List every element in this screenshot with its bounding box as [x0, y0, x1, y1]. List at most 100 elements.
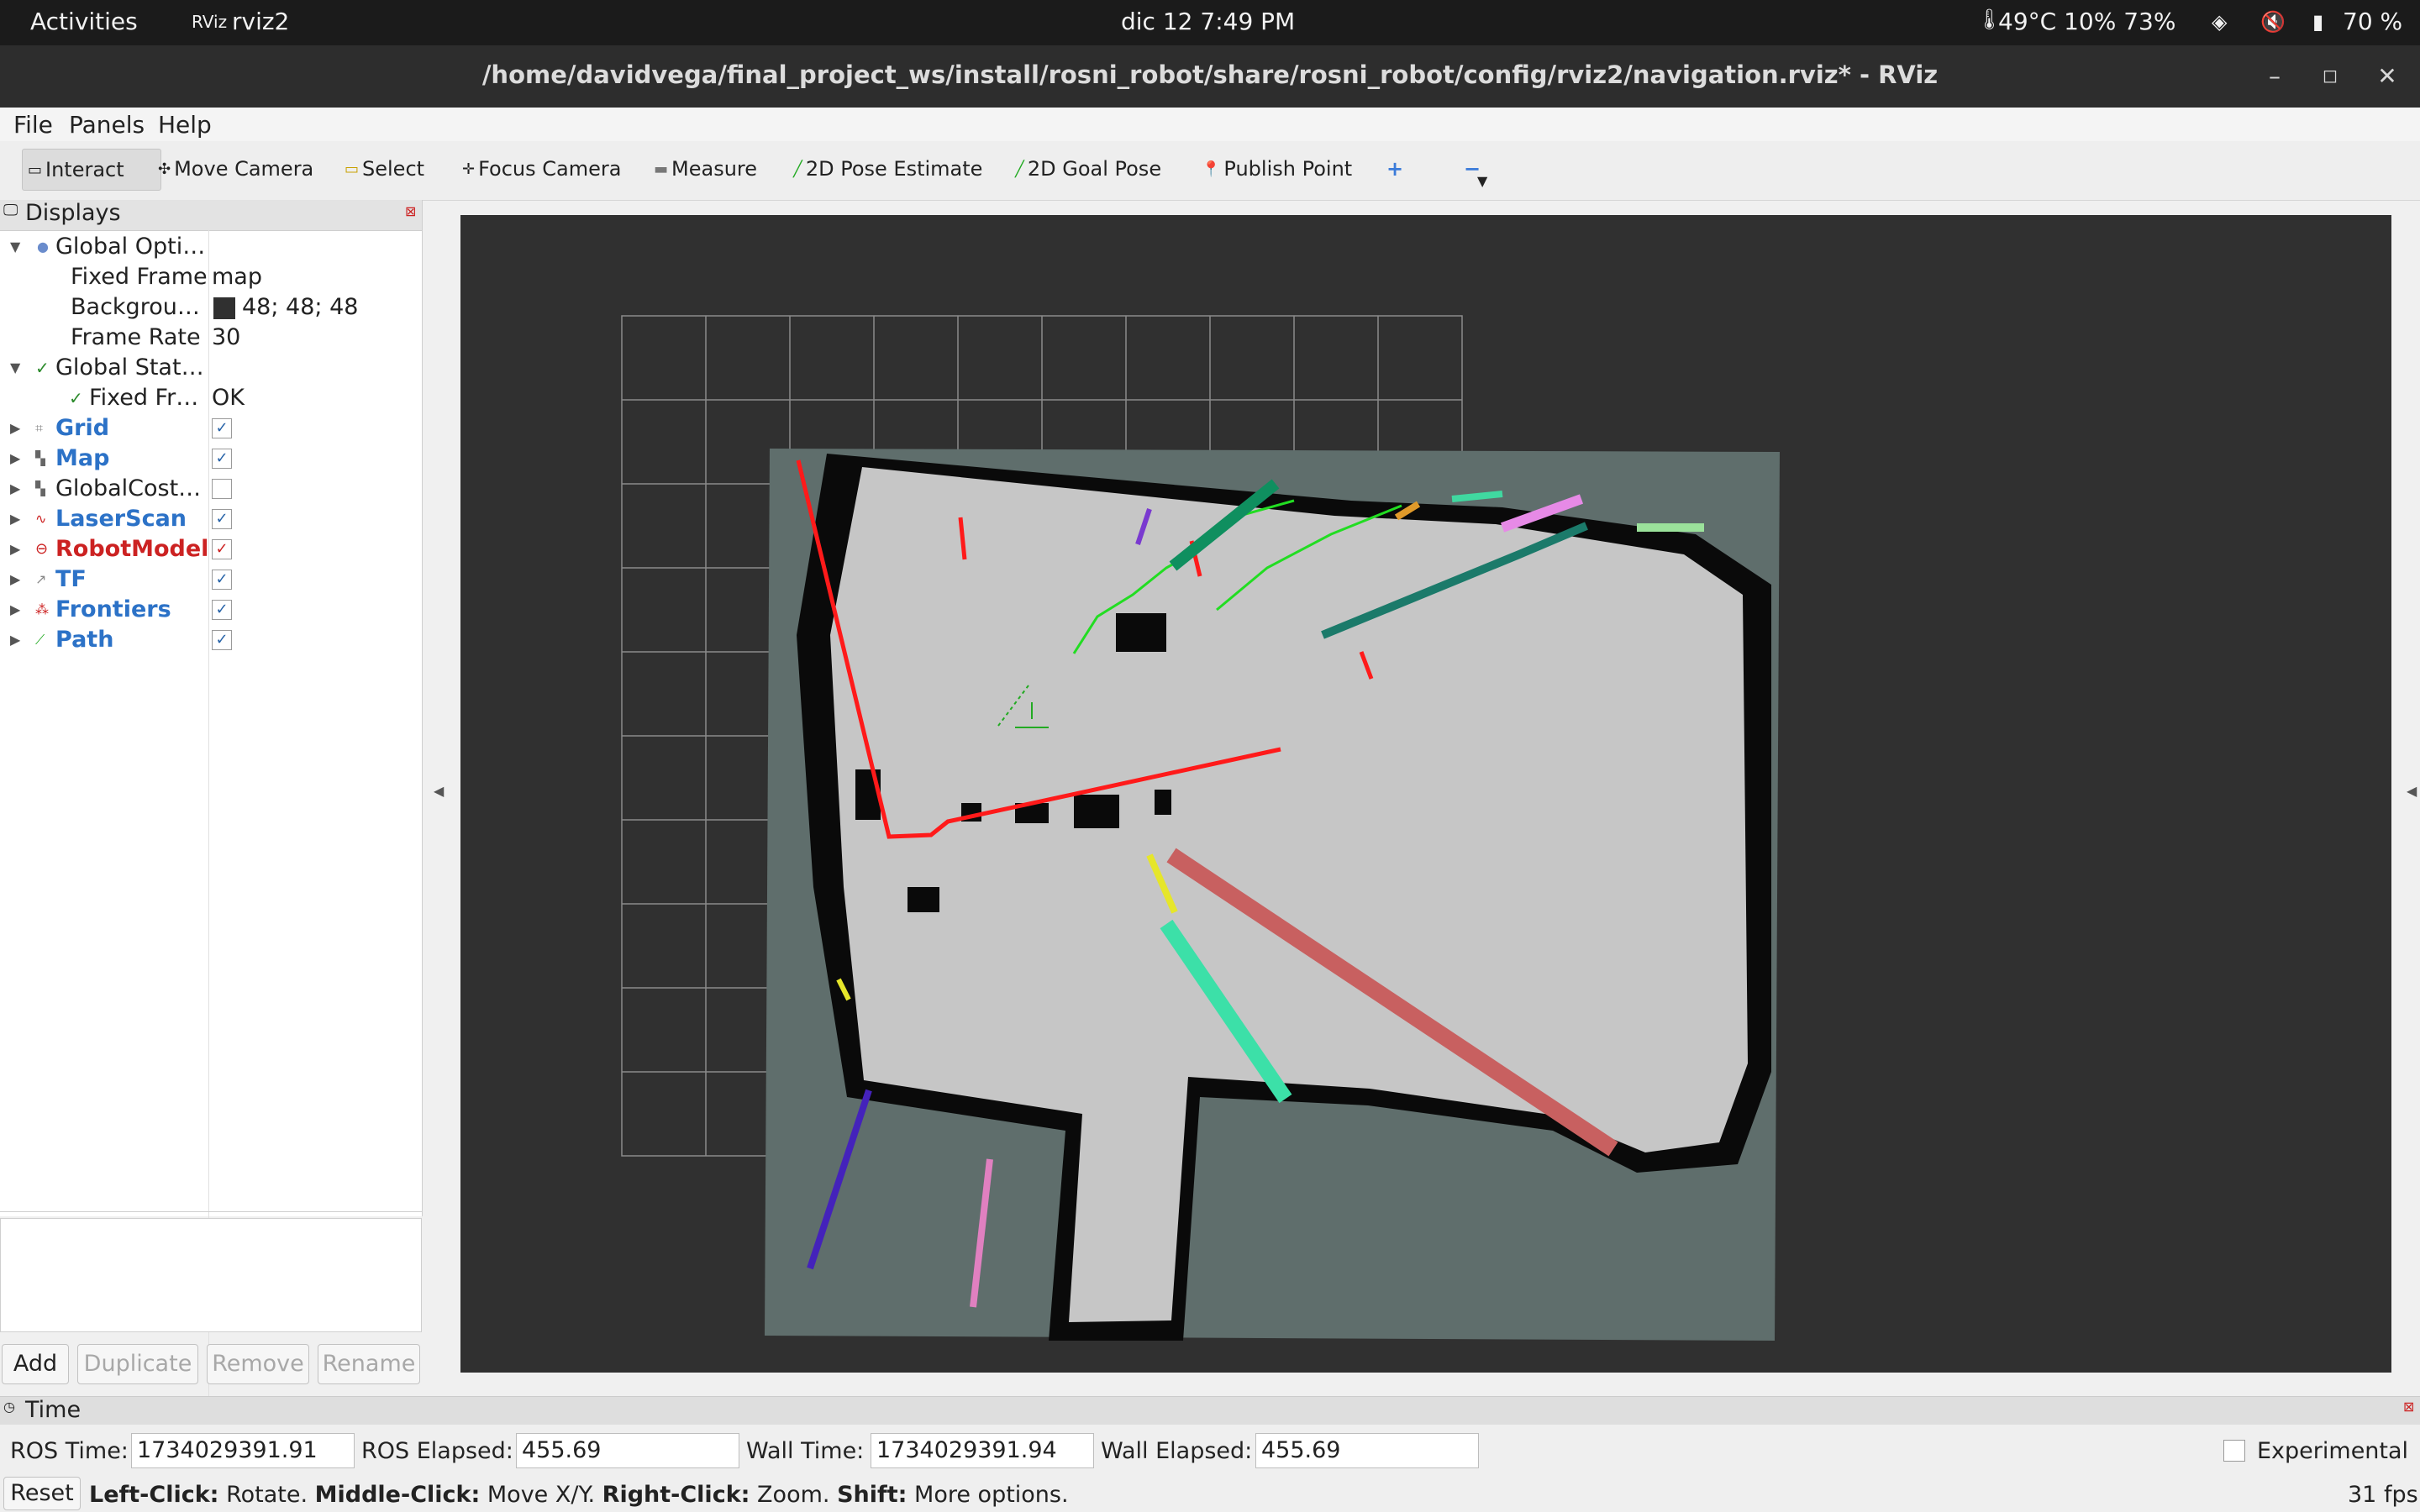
collapse-right-panel-icon[interactable]: ◀: [2407, 783, 2417, 799]
minimize-button[interactable]: –: [2260, 62, 2289, 91]
tf-axes-icon: ↗: [35, 571, 47, 587]
tree-item-fixed-frame-status[interactable]: ✓ Fixed Fr… OK: [0, 383, 422, 413]
tree-item-frame-rate[interactable]: Frame Rate 30: [0, 323, 422, 353]
tree-item-background-color[interactable]: Backgrou… 48; 48; 48: [0, 292, 422, 323]
collapse-arrow-icon[interactable]: ▶: [10, 413, 20, 444]
add-display-button[interactable]: Add: [2, 1344, 69, 1384]
collapse-arrow-icon[interactable]: ▶: [10, 504, 20, 534]
tool-2d-goal-pose[interactable]: ╱ 2D Goal Pose: [1010, 149, 1166, 189]
color-swatch[interactable]: [213, 297, 235, 319]
clock[interactable]: dic 12 7:49 PM: [1121, 8, 1295, 35]
ros-elapsed-field[interactable]: 455.69: [516, 1433, 739, 1468]
map-pin-icon: 📍: [1202, 160, 1221, 178]
menu-help[interactable]: Help: [158, 111, 212, 139]
duplicate-display-button[interactable]: Duplicate: [77, 1344, 198, 1384]
background-color-value[interactable]: 48; 48; 48: [242, 292, 358, 323]
experimental-checkbox[interactable]: [2223, 1440, 2245, 1462]
display-checkbox-tf[interactable]: ✓: [212, 570, 232, 590]
tool-publish-point-label: Publish Point: [1223, 157, 1353, 181]
display-label-laserscan: LaserScan: [55, 506, 187, 532]
display-checkbox-frontiers[interactable]: ✓: [212, 600, 232, 620]
display-checkbox-laserscan[interactable]: ✓: [212, 509, 232, 529]
wifi-icon[interactable]: ◈: [2212, 10, 2227, 34]
display-item-robotmodel[interactable]: ▶ ⊖ RobotModel ✓: [0, 534, 422, 564]
global-options-label: Global Opti…: [55, 234, 206, 260]
display-item-frontiers[interactable]: ▶ ⁂ Frontiers ✓: [0, 595, 422, 625]
ros-time-field[interactable]: 1734029391.91: [131, 1433, 355, 1468]
collapse-arrow-icon[interactable]: ▶: [10, 444, 20, 474]
reset-button[interactable]: Reset: [3, 1477, 81, 1510]
collapse-arrow-icon[interactable]: ▶: [10, 625, 20, 655]
display-item-laserscan[interactable]: ▶ ∿ LaserScan ✓: [0, 504, 422, 534]
display-item-path[interactable]: ▶ ⟋ Path ✓: [0, 625, 422, 655]
fixed-frame-label: Fixed Frame: [71, 264, 208, 290]
rename-display-button[interactable]: Rename: [318, 1344, 420, 1384]
wall-elapsed-label: Wall Elapsed:: [1101, 1438, 1253, 1464]
tool-interact[interactable]: ▭ Interact: [22, 149, 161, 191]
collapse-arrow-icon[interactable]: ▶: [10, 595, 20, 625]
fixed-frame-value[interactable]: map: [212, 262, 262, 292]
volume-muted-icon[interactable]: 🔇: [2260, 10, 2286, 34]
tool-dropdown-chevron-icon[interactable]: ▼: [1472, 161, 1492, 202]
goal-pose-arrow-icon: ╱: [1015, 160, 1024, 178]
display-checkbox-robotmodel[interactable]: ✓: [212, 539, 232, 559]
tool-select[interactable]: ▭ Select: [339, 149, 429, 189]
collapse-arrow-icon[interactable]: ▶: [10, 564, 20, 595]
tool-move-camera[interactable]: ✣ Move Camera: [153, 149, 318, 189]
window-titlebar[interactable]: /home/davidvega/final_project_ws/install…: [0, 45, 2420, 108]
panel-close-icon[interactable]: ⊠: [2403, 1399, 2414, 1415]
hint-left-click-desc: Rotate.: [226, 1482, 308, 1508]
display-checkbox-grid[interactable]: ✓: [212, 418, 232, 438]
display-label-tf: TF: [55, 566, 87, 592]
map-visualization[interactable]: [460, 215, 2391, 1373]
remove-display-button[interactable]: Remove: [207, 1344, 309, 1384]
measure-icon: ▬: [654, 160, 669, 178]
collapse-arrow-icon[interactable]: ▶: [10, 534, 20, 564]
tool-focus-camera[interactable]: ✛ Focus Camera: [457, 149, 626, 189]
tool-2d-pose-estimate-label: 2D Pose Estimate: [805, 157, 983, 181]
wall-time-field[interactable]: 1734029391.94: [871, 1433, 1094, 1468]
hint-right-click-desc: Zoom.: [757, 1482, 830, 1508]
menu-file[interactable]: File: [13, 111, 53, 139]
activities-button[interactable]: Activities: [30, 8, 138, 35]
tool-publish-point[interactable]: 📍 Publish Point: [1197, 149, 1357, 189]
battery-icon[interactable]: ▮: [2312, 10, 2323, 34]
display-item-tf[interactable]: ▶ ↗ TF ✓: [0, 564, 422, 595]
display-checkbox-globalcostmap[interactable]: [212, 479, 232, 499]
tool-2d-goal-pose-label: 2D Goal Pose: [1027, 157, 1162, 181]
tool-2d-pose-estimate[interactable]: ╱ 2D Pose Estimate: [788, 149, 987, 189]
add-tool-button[interactable]: +: [1381, 149, 1408, 189]
tool-measure[interactable]: ▬ Measure: [649, 149, 762, 189]
tree-item-fixed-frame[interactable]: Fixed Frame map: [0, 262, 422, 292]
display-item-map[interactable]: ▶ ▚ Map ✓: [0, 444, 422, 474]
display-checkbox-path[interactable]: ✓: [212, 630, 232, 650]
grid-icon: ⌗: [35, 420, 44, 436]
display-checkbox-map[interactable]: ✓: [212, 449, 232, 469]
display-item-grid[interactable]: ▶ ⌗ Grid ✓: [0, 413, 422, 444]
path-icon: ⟋: [35, 632, 45, 648]
panel-close-icon[interactable]: ⊠: [405, 203, 416, 219]
time-panel-title: Time: [25, 1397, 82, 1423]
frame-rate-value[interactable]: 30: [212, 323, 240, 353]
hint-right-click: Right-Click:: [602, 1482, 750, 1508]
tree-item-global-options[interactable]: ▼ ● Global Opti…: [0, 232, 422, 262]
close-button[interactable]: ✕: [2373, 62, 2402, 91]
expand-arrow-icon[interactable]: ▼: [10, 232, 20, 262]
ros-time-label: ROS Time:: [10, 1438, 129, 1464]
display-item-globalcostmap[interactable]: ▶ ▚ GlobalCost…: [0, 474, 422, 504]
menu-panels[interactable]: Panels: [69, 111, 145, 139]
status-hint: Left-Click: Rotate. Middle-Click: Move X…: [89, 1482, 1069, 1508]
global-options-icon: ●: [37, 239, 49, 255]
collapse-arrow-icon[interactable]: ▶: [10, 474, 20, 504]
sensor-readings[interactable]: 49°C 10% 73%: [1998, 8, 2175, 35]
wall-elapsed-field[interactable]: 455.69: [1255, 1433, 1479, 1468]
collapse-left-panel-icon[interactable]: ◀: [434, 783, 444, 799]
fps-readout: 31 fps: [2348, 1482, 2418, 1508]
app-menu-label[interactable]: rviz2: [232, 8, 289, 35]
fixed-frame-status-value: OK: [212, 385, 245, 411]
maximize-button[interactable]: ◻: [2316, 62, 2344, 91]
expand-arrow-icon[interactable]: ▼: [10, 353, 20, 383]
tree-item-global-status[interactable]: ▼ ✓ Global Stat…: [0, 353, 422, 383]
time-panel: ROS Time: 1734029391.91 ROS Elapsed: 455…: [0, 1425, 2420, 1478]
render-viewport[interactable]: [460, 215, 2391, 1373]
